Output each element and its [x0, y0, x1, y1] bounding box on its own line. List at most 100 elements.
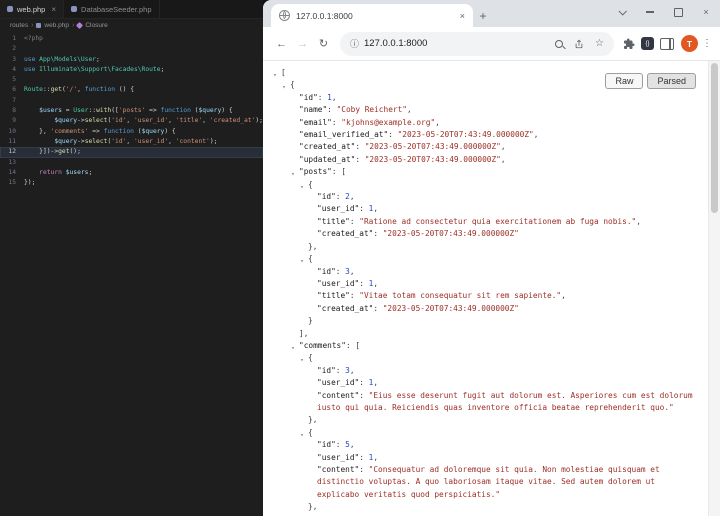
json-token: "created_at"	[317, 229, 373, 238]
raw-button[interactable]: Raw	[605, 73, 643, 89]
code-line-13[interactable]: 13	[0, 158, 263, 168]
code-token: );	[255, 117, 263, 124]
code-line-14[interactable]: 14 return $users;	[0, 168, 263, 178]
code-line-9[interactable]: 9 $query->select('id', 'user_id', 'title…	[0, 116, 263, 126]
code-token: ) {	[221, 107, 232, 114]
maximize-button[interactable]	[664, 0, 692, 24]
code-line-3[interactable]: 3use App\Models\User;	[0, 55, 263, 65]
code-token: () {	[115, 86, 134, 93]
json-token: : [	[346, 341, 360, 350]
code-token: 'created_at'	[210, 117, 256, 124]
code-token: get	[51, 86, 62, 93]
json-token: :	[327, 105, 336, 114]
json-token: [	[281, 68, 286, 77]
json-line: "id": 5,	[263, 439, 720, 451]
scrollbar[interactable]	[708, 61, 720, 516]
close-tab-icon[interactable]: ×	[51, 5, 56, 14]
reload-button[interactable]: ↻	[315, 37, 332, 50]
page-content: Raw Parsed ▾[▾{"id": 1,"name": "Coby Rei…	[263, 61, 720, 516]
new-tab-button[interactable]: +	[473, 9, 493, 23]
code-area[interactable]: 1<?php23use App\Models\User;4use Illumin…	[0, 31, 263, 516]
code-text: }])->get();	[24, 147, 81, 157]
json-line: ▾{	[263, 427, 720, 439]
code-text: use Illuminate\Support\Facades\Route;	[24, 65, 164, 75]
code-line-6[interactable]: 6Route::get('/', function () {	[0, 85, 263, 95]
code-line-2[interactable]: 2	[0, 44, 263, 54]
kebab-menu-icon[interactable]: ⋮	[702, 38, 712, 49]
json-token: {	[308, 254, 313, 263]
forward-button[interactable]: →	[294, 38, 311, 50]
json-line: "created_at": "2023-05-20T07:43:49.00000…	[263, 303, 720, 315]
browser-tab[interactable]: 127.0.0.1:8000 ×	[271, 4, 473, 27]
json-token: ,	[350, 192, 355, 201]
code-text: $query->select('id', 'user_id', 'content…	[24, 137, 217, 147]
code-line-15[interactable]: 15});	[0, 178, 263, 188]
breadcrumb-item-closure[interactable]: Closure	[85, 22, 107, 29]
code-line-4[interactable]: 4use Illuminate\Support\Facades\Route;	[0, 65, 263, 75]
json-token: ,	[332, 93, 337, 102]
code-token: <?php	[24, 35, 43, 42]
json-line: },	[263, 241, 720, 253]
json-token: ,	[561, 291, 566, 300]
code-line-11[interactable]: 11 $query->select('id', 'user_id', 'cont…	[0, 137, 263, 147]
code-line-8[interactable]: 8 $users = User::with(['posts' => functi…	[0, 106, 263, 116]
code-token: $query	[198, 107, 221, 114]
parsed-button[interactable]: Parsed	[647, 73, 696, 89]
json-formatter-extension-icon[interactable]: {}	[641, 37, 654, 50]
side-panel-icon[interactable]	[660, 38, 674, 50]
code-token: (	[134, 128, 142, 135]
code-token: ;	[161, 66, 165, 73]
profile-avatar[interactable]: T	[681, 35, 698, 52]
editor-tab-databaseseeder[interactable]: DatabaseSeeder.php	[64, 0, 159, 18]
json-token: "Consequatur ad doloremque sit quia. Non…	[317, 465, 660, 499]
bookmark-star-icon[interactable]: ☆	[595, 38, 604, 49]
json-token: "Coby Reichert"	[337, 105, 407, 114]
json-token: "Eius esse deserunt fugit aut dolorum es…	[317, 391, 693, 412]
breadcrumb: routes › web.php › Closure	[0, 19, 263, 31]
back-button[interactable]: ←	[273, 38, 290, 50]
json-line: ▾{	[263, 253, 720, 265]
code-text: use App\Models\User;	[24, 55, 100, 65]
minimize-button[interactable]	[636, 0, 664, 24]
scrollbar-thumb[interactable]	[711, 63, 718, 213]
code-line-7[interactable]: 7	[0, 96, 263, 106]
close-window-button[interactable]: ×	[692, 0, 720, 24]
chevron-separator-icon: ›	[72, 22, 74, 29]
code-token: function	[104, 128, 134, 135]
breadcrumb-item-routes[interactable]: routes	[10, 22, 28, 29]
window-controls: ×	[608, 0, 720, 24]
code-token: 'user_id'	[134, 117, 168, 124]
address-bar[interactable]: ⓘ 127.0.0.1:8000 ☆	[340, 32, 614, 56]
code-token: ->	[77, 117, 85, 124]
json-token: "name"	[299, 105, 327, 114]
json-token: "id"	[317, 366, 336, 375]
code-line-10[interactable]: 10 }, 'comments' => function ($query) {	[0, 127, 263, 137]
code-editor-panel: web.php × DatabaseSeeder.php routes › we…	[0, 0, 263, 516]
json-line: "id": 3,	[263, 266, 720, 278]
close-tab-icon[interactable]: ×	[460, 11, 465, 21]
extensions-puzzle-icon[interactable]	[623, 38, 635, 50]
browser-tab-title: 127.0.0.1:8000	[296, 11, 454, 21]
json-token: :	[336, 267, 345, 276]
editor-tab-web-php[interactable]: web.php ×	[0, 0, 64, 18]
code-token	[24, 138, 54, 145]
json-token: "id"	[317, 440, 336, 449]
tab-search-chevron-icon[interactable]	[608, 0, 636, 24]
share-icon[interactable]	[574, 39, 584, 49]
json-token: ,	[501, 142, 506, 151]
code-line-12[interactable]: 12 }])->get();	[0, 147, 263, 157]
code-token: use	[24, 56, 35, 63]
json-token: },	[308, 415, 317, 424]
code-token: ,	[168, 138, 176, 145]
line-number: 1	[0, 34, 24, 44]
breadcrumb-item-web-php[interactable]: web.php	[44, 22, 69, 29]
json-token: :	[359, 204, 368, 213]
code-line-1[interactable]: 1<?php	[0, 34, 263, 44]
code-line-5[interactable]: 5	[0, 75, 263, 85]
json-token: "created_at"	[317, 304, 373, 313]
json-token: :	[355, 155, 364, 164]
site-info-icon[interactable]: ⓘ	[350, 37, 359, 50]
json-line: "email_verified_at": "2023-05-20T07:43:4…	[263, 129, 720, 141]
zoom-icon[interactable]	[555, 40, 563, 48]
json-token: "email"	[299, 118, 332, 127]
